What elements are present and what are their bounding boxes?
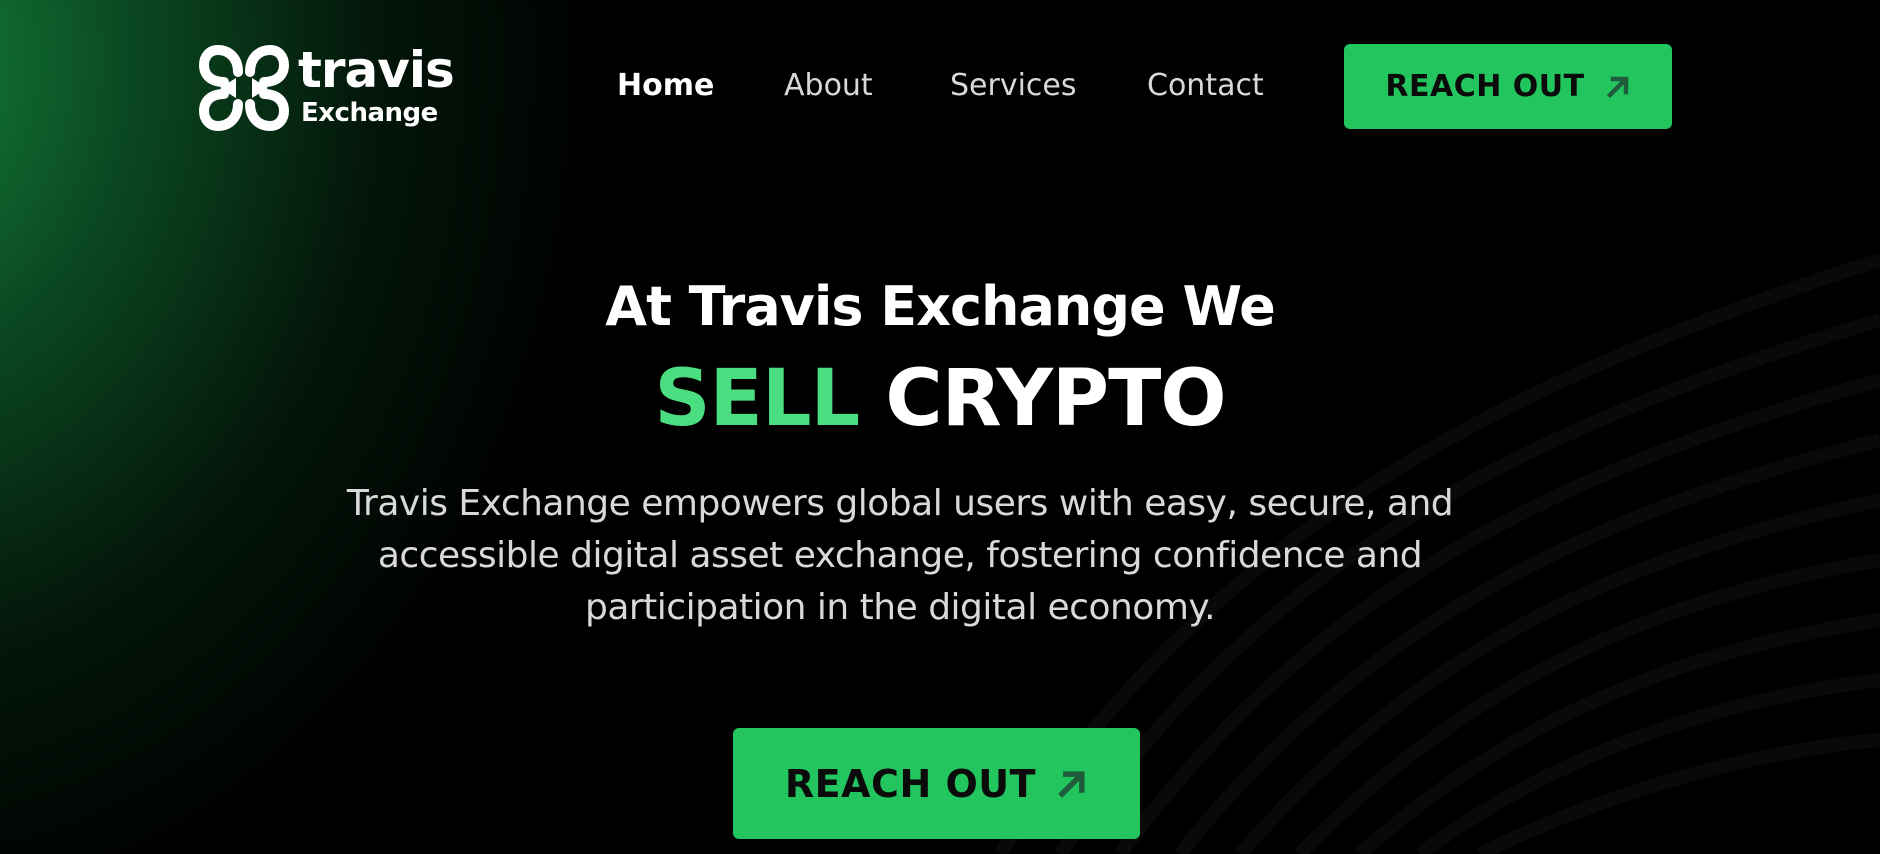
top-navbar: travis Exchange Home About Services Cont… xyxy=(0,0,1880,174)
reach-out-label: REACH OUT xyxy=(1385,69,1585,104)
arrow-up-right-icon xyxy=(1606,76,1628,98)
reach-out-button-nav[interactable]: REACH OUT xyxy=(1344,44,1672,129)
hero-subtitle: At Travis Exchange We xyxy=(605,275,1275,338)
reach-out-label: REACH OUT xyxy=(784,761,1037,806)
hero-title: SELL CRYPTO xyxy=(0,352,1880,446)
hero-description: Travis Exchange empowers global users wi… xyxy=(346,483,1454,628)
arrow-up-right-icon xyxy=(1058,770,1085,798)
clover-arrows-logo-icon xyxy=(199,45,289,131)
brand-name-line2: Exchange xyxy=(301,98,438,128)
nav-item-home[interactable]: Home xyxy=(617,66,714,106)
reach-out-button-hero[interactable]: REACH OUT xyxy=(733,728,1140,839)
hero-title-rest: CRYPTO xyxy=(885,354,1226,444)
brand-name-line1: travis xyxy=(298,41,455,99)
nav-item-services[interactable]: Services xyxy=(950,66,1077,106)
brand-logo[interactable]: travis Exchange xyxy=(198,42,455,134)
nav-item-about[interactable]: About xyxy=(784,66,873,106)
nav-item-contact[interactable]: Contact xyxy=(1147,66,1264,106)
page: travis Exchange Home About Services Cont… xyxy=(0,0,1880,854)
hero-title-accent: SELL xyxy=(654,354,860,444)
